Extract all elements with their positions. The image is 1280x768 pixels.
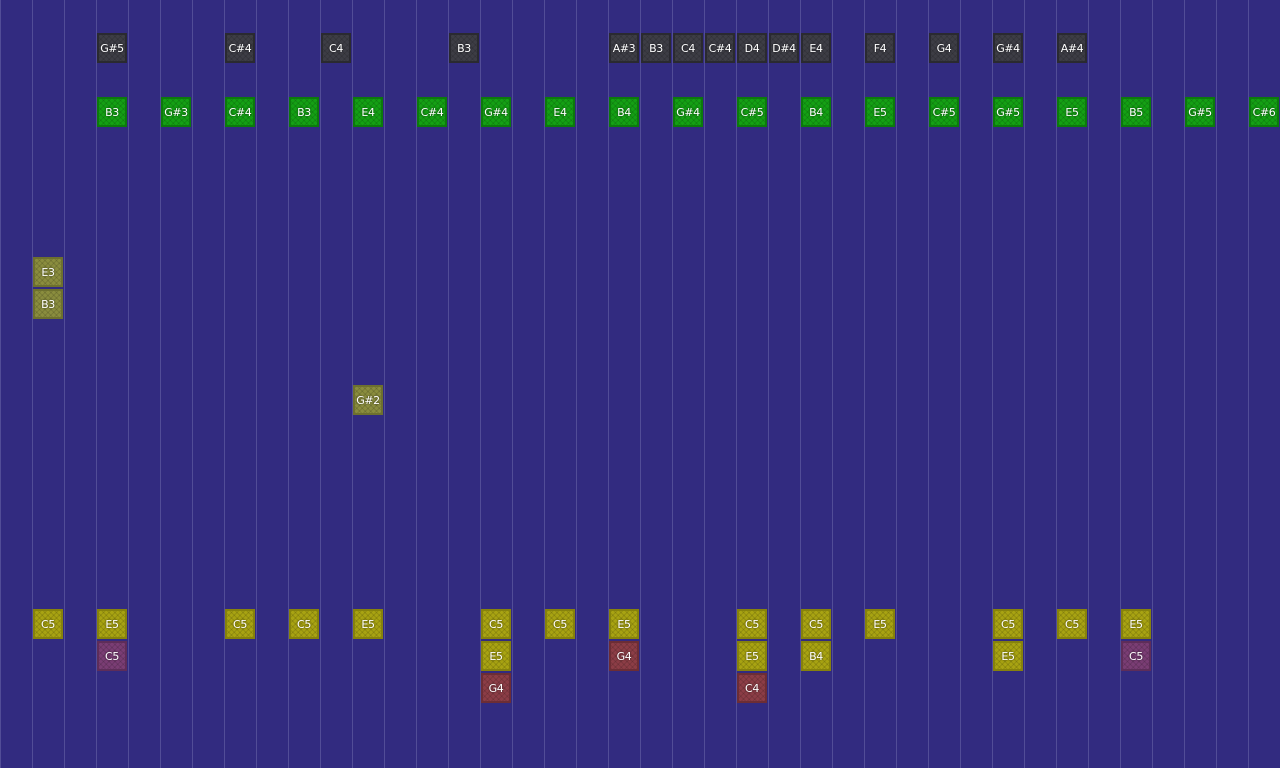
note-block[interactable]: B3	[33, 289, 63, 319]
note-block[interactable]: B3	[97, 97, 127, 127]
note-block[interactable]: C5	[545, 609, 575, 639]
note-block[interactable]: E5	[1057, 97, 1087, 127]
note-block[interactable]: G4	[609, 641, 639, 671]
note-block[interactable]: G#5	[97, 33, 127, 63]
note-block[interactable]: G#5	[1185, 97, 1215, 127]
note-block[interactable]: C#4	[417, 97, 447, 127]
note-block[interactable]: E5	[481, 641, 511, 671]
note-block[interactable]: G#2	[353, 385, 383, 415]
note-block[interactable]: C5	[993, 609, 1023, 639]
note-block[interactable]: G#5	[993, 97, 1023, 127]
note-block[interactable]: E4	[545, 97, 575, 127]
note-block[interactable]: C5	[481, 609, 511, 639]
note-block[interactable]: D4	[737, 33, 767, 63]
note-block[interactable]: G#4	[481, 97, 511, 127]
note-block[interactable]: E5	[993, 641, 1023, 671]
note-block[interactable]: C5	[33, 609, 63, 639]
note-block[interactable]: G#4	[993, 33, 1023, 63]
note-block[interactable]: E5	[609, 609, 639, 639]
note-block[interactable]: B4	[609, 97, 639, 127]
note-block[interactable]: E5	[865, 97, 895, 127]
note-block[interactable]: C#4	[705, 33, 735, 63]
note-block[interactable]: A#3	[609, 33, 639, 63]
note-block[interactable]: B4	[801, 641, 831, 671]
note-block[interactable]: E5	[353, 609, 383, 639]
note-block[interactable]: C4	[673, 33, 703, 63]
note-block[interactable]: B3	[641, 33, 671, 63]
note-block[interactable]: B3	[289, 97, 319, 127]
note-block[interactable]: E4	[801, 33, 831, 63]
note-block[interactable]: G4	[481, 673, 511, 703]
note-block[interactable]: C#4	[225, 33, 255, 63]
note-block[interactable]: C#4	[225, 97, 255, 127]
note-block[interactable]: B5	[1121, 97, 1151, 127]
note-block[interactable]: E5	[865, 609, 895, 639]
note-block[interactable]: C4	[737, 673, 767, 703]
note-block[interactable]: C5	[737, 609, 767, 639]
note-block[interactable]: E5	[1121, 609, 1151, 639]
note-block[interactable]: B3	[449, 33, 479, 63]
note-block[interactable]: C5	[801, 609, 831, 639]
note-block[interactable]: C5	[97, 641, 127, 671]
note-block[interactable]: E3	[33, 257, 63, 287]
note-block[interactable]: E5	[97, 609, 127, 639]
note-block[interactable]: G4	[929, 33, 959, 63]
note-block[interactable]: C#6	[1249, 97, 1279, 127]
note-block[interactable]: C5	[225, 609, 255, 639]
note-block[interactable]: A#4	[1057, 33, 1087, 63]
note-block[interactable]: C5	[289, 609, 319, 639]
note-block[interactable]: C5	[1057, 609, 1087, 639]
piano-roll-grid[interactable]: G#5 C#4 C4 B3 A#3 B3 C4 C#4 D4 D#4 E4 F4…	[0, 0, 1280, 768]
note-block[interactable]: D#4	[769, 33, 799, 63]
note-block[interactable]: C#5	[929, 97, 959, 127]
note-block[interactable]: C5	[1121, 641, 1151, 671]
note-block[interactable]: G#3	[161, 97, 191, 127]
note-block[interactable]: C#5	[737, 97, 767, 127]
note-block[interactable]: C4	[321, 33, 351, 63]
note-block[interactable]: G#4	[673, 97, 703, 127]
note-block[interactable]: B4	[801, 97, 831, 127]
note-block[interactable]: F4	[865, 33, 895, 63]
note-block[interactable]: E4	[353, 97, 383, 127]
note-block[interactable]: E5	[737, 641, 767, 671]
